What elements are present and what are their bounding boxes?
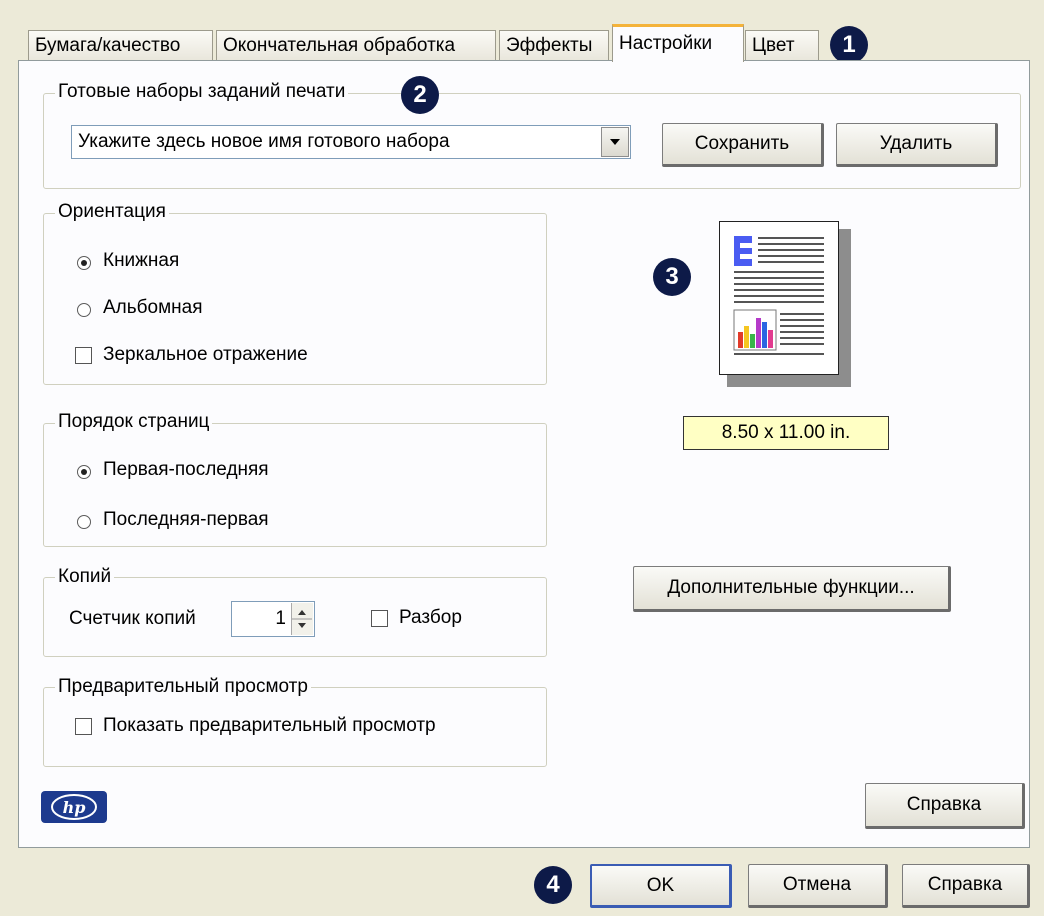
first-last-label: Первая-последняя	[103, 459, 269, 480]
page-order-legend: Порядок страниц	[55, 411, 213, 433]
panel-help-label: Справка	[906, 794, 982, 815]
advanced-features-button[interactable]: Дополнительные функции...	[633, 566, 951, 612]
preset-name-combo[interactable]: Укажите здесь новое имя готового набора	[71, 125, 631, 159]
first-last-radio[interactable]	[77, 465, 91, 479]
page-preview-image	[719, 221, 839, 375]
delete-preset-button[interactable]: Удалить	[836, 123, 998, 167]
callout-2: 2	[401, 76, 439, 114]
tab-label: Эффекты	[506, 35, 593, 56]
hp-logo-icon: hp	[51, 794, 97, 820]
paper-size-label: 8.50 x 11.00 in.	[683, 416, 889, 450]
callout-4: 4	[534, 866, 572, 904]
tab-label: Бумага/качество	[35, 35, 181, 56]
settings-panel: Готовые наборы заданий печати 2 Укажите …	[18, 60, 1030, 848]
help-button[interactable]: Справка	[902, 864, 1030, 908]
collate-checkbox[interactable]	[371, 610, 388, 627]
presets-legend: Готовые наборы заданий печати	[55, 81, 349, 103]
advanced-features-label: Дополнительные функции...	[667, 577, 915, 598]
landscape-label: Альбомная	[103, 297, 203, 318]
mirror-checkbox[interactable]	[75, 347, 92, 364]
chevron-down-icon	[610, 139, 620, 145]
save-preset-button[interactable]: Сохранить	[662, 123, 824, 167]
cancel-label: Отмена	[782, 874, 852, 895]
last-first-radio[interactable]	[77, 515, 91, 529]
panel-help-button[interactable]: Справка	[865, 783, 1025, 829]
ok-label: OK	[646, 875, 675, 896]
tab-color[interactable]: Цвет	[745, 30, 819, 60]
landscape-radio[interactable]	[77, 303, 91, 317]
hp-logo: hp	[41, 791, 107, 823]
tab-finishing[interactable]: Окончательная обработка	[216, 30, 496, 60]
tab-paper-quality[interactable]: Бумага/качество	[28, 30, 213, 60]
portrait-radio[interactable]	[77, 256, 91, 270]
last-first-label: Последняя-первая	[103, 509, 269, 530]
mirror-label: Зеркальное отражение	[103, 344, 308, 365]
tab-label: Настройки	[619, 33, 713, 54]
delete-label: Удалить	[879, 133, 953, 154]
portrait-label: Книжная	[103, 250, 180, 271]
ok-button[interactable]: OK	[590, 864, 732, 908]
svg-text:hp: hp	[63, 798, 86, 817]
preset-name-value: Укажите здесь новое имя готового набора	[78, 131, 450, 152]
collate-label: Разбор	[399, 607, 462, 628]
copy-counter-label: Счетчик копий	[69, 608, 196, 629]
copies-count: 1	[275, 608, 286, 629]
callout-3: 3	[653, 258, 691, 296]
stepper-buttons[interactable]	[291, 603, 313, 635]
preview-legend: Предварительный просмотр	[55, 676, 311, 698]
tab-label: Цвет	[752, 35, 795, 56]
tab-label: Окончательная обработка	[223, 35, 456, 56]
orientation-legend: Ориентация	[55, 201, 169, 223]
document-preview-icon	[733, 236, 824, 355]
copies-legend: Копий	[55, 566, 115, 588]
help-label: Справка	[927, 874, 1003, 895]
show-preview-checkbox[interactable]	[75, 718, 92, 735]
up-down-arrows-icon	[292, 610, 312, 628]
cancel-button[interactable]: Отмена	[748, 864, 888, 908]
callout-1: 1	[830, 26, 868, 64]
copies-stepper[interactable]: 1	[231, 601, 315, 637]
tab-settings[interactable]: Настройки	[612, 24, 744, 62]
combo-dropdown-button[interactable]	[601, 127, 629, 157]
tab-effects[interactable]: Эффекты	[499, 30, 609, 60]
save-label: Сохранить	[694, 133, 790, 154]
show-preview-label: Показать предварительный просмотр	[103, 715, 436, 736]
